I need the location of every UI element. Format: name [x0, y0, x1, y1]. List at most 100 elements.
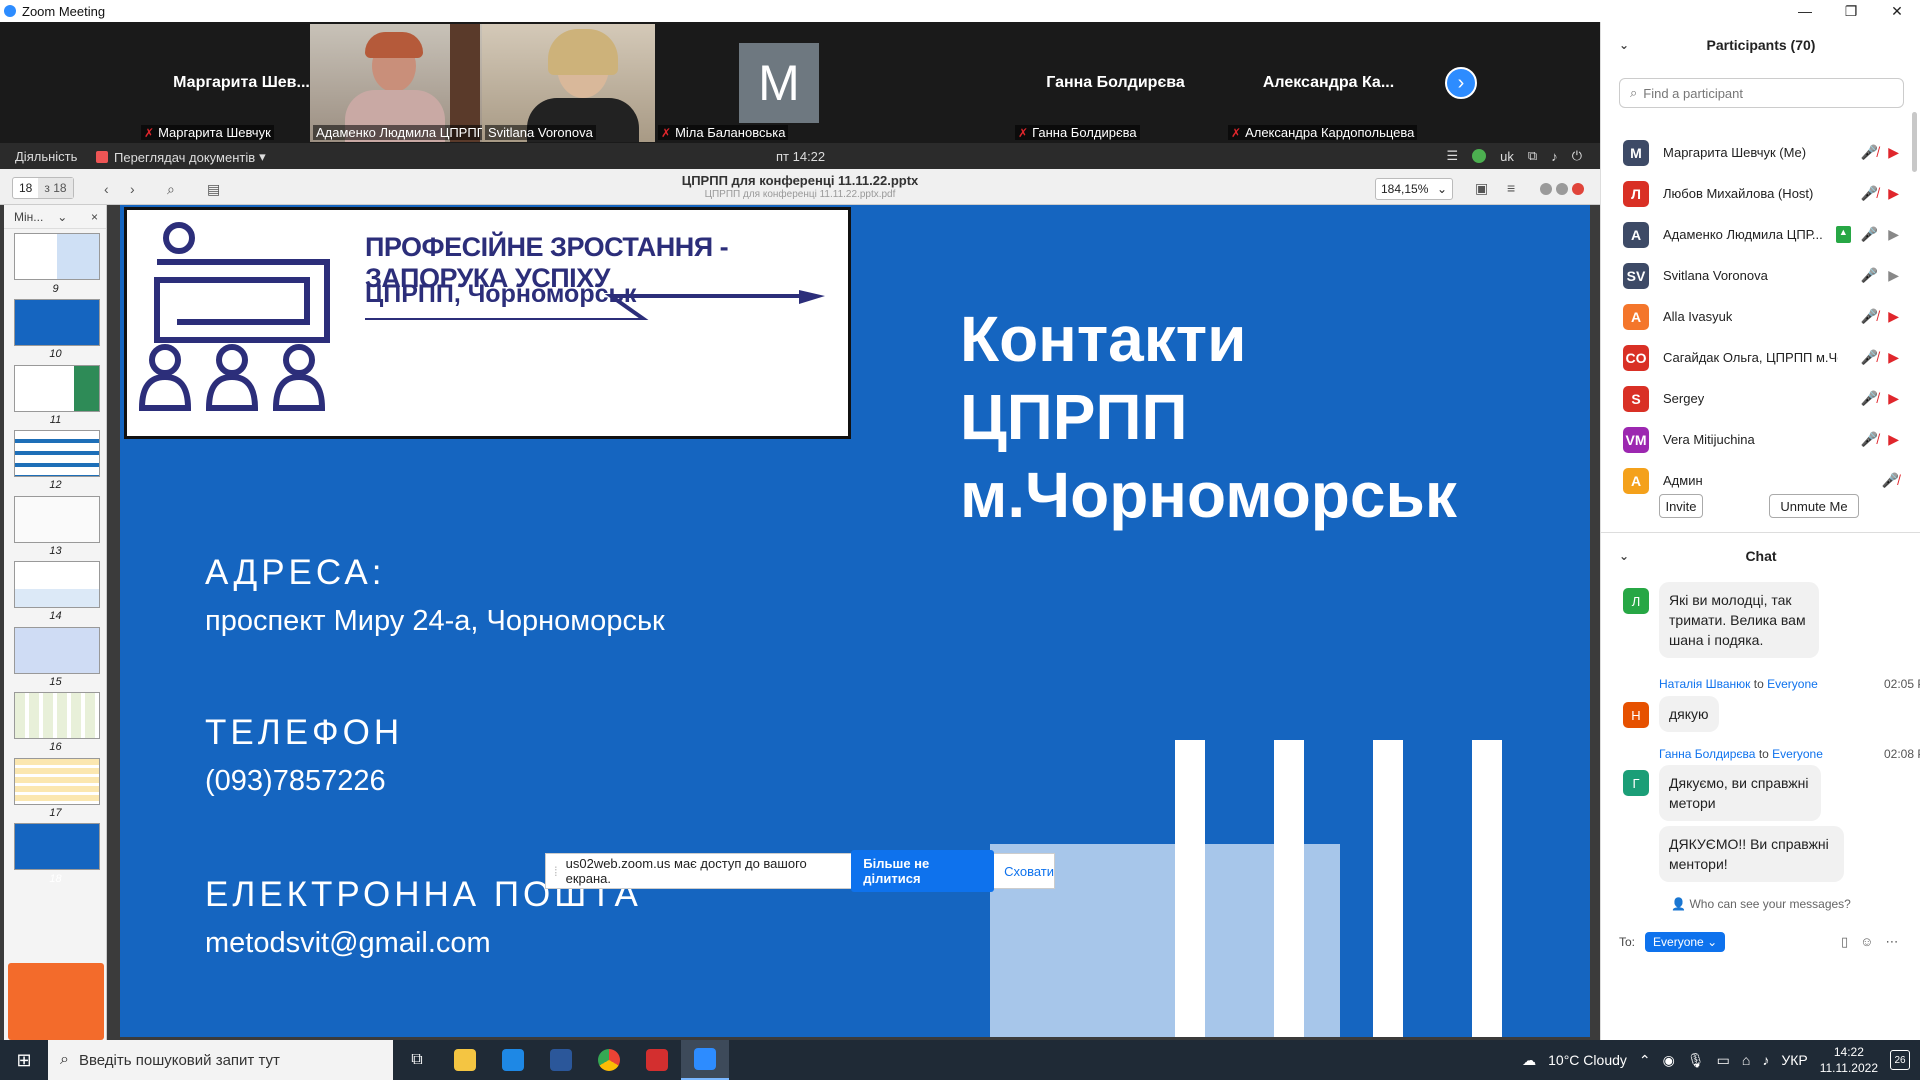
page-thumbnail[interactable]	[14, 758, 100, 805]
page-thumbnail[interactable]	[14, 561, 100, 608]
volume-icon[interactable]: ♪	[1551, 149, 1558, 164]
mic-muted-icon[interactable]: 🎤̸	[1861, 390, 1878, 407]
update-icon[interactable]	[1472, 149, 1487, 163]
clock[interactable]: 14:22 11.11.2022	[1820, 1044, 1878, 1076]
clock[interactable]: пт 14:22	[776, 149, 825, 164]
language-indicator[interactable]: uk	[1500, 149, 1514, 164]
page-thumbnail[interactable]	[14, 430, 100, 477]
mic-muted-icon[interactable]: 🎤̸	[1861, 349, 1878, 366]
chevron-down-icon[interactable]: ⌄	[57, 210, 67, 224]
participant-row[interactable]: Л Любов Михайлова (Host) 🎤̸ ▶	[1601, 173, 1920, 214]
participant-row[interactable]: A Alla Ivasyuk 🎤̸ ▶	[1601, 296, 1920, 337]
thumbnail-mode-select[interactable]: Мін...	[14, 210, 43, 224]
app-menu[interactable]: Переглядач документів ▾	[96, 149, 266, 165]
volume-icon[interactable]: ♪	[1762, 1052, 1769, 1068]
video-tile[interactable]: Александра Ка... ✗ Александра Кардопольце…	[1225, 24, 1432, 142]
participant-row[interactable]: A Адаменко Людмила ЦПР... ▲ 🎤 ▶	[1601, 214, 1920, 255]
mic-muted-icon[interactable]: 🎤̸	[1861, 308, 1878, 325]
task-view-icon[interactable]: ⧉	[393, 1040, 441, 1080]
drag-handle-icon[interactable]: ⁞	[554, 864, 558, 879]
collapse-chevron-icon[interactable]: ⌄	[1619, 38, 1629, 52]
participant-row[interactable]: A Админ 🎤̸	[1601, 460, 1920, 501]
minimize-button[interactable]: —	[1782, 0, 1828, 22]
camera-icon[interactable]: ◉	[1663, 1052, 1675, 1069]
chrome-icon[interactable]	[585, 1040, 633, 1080]
stop-sharing-button[interactable]: Більше не ділитися	[851, 850, 995, 892]
word-icon[interactable]	[537, 1040, 585, 1080]
display-icon[interactable]: ▭	[1717, 1052, 1730, 1069]
close-button[interactable]: ✕	[1874, 0, 1920, 22]
page-thumbnail-selected[interactable]	[14, 823, 100, 870]
participant-row[interactable]: CO Сагайдак Ольга, ЦПРПП м.Чо... 🎤̸ ▶	[1601, 337, 1920, 378]
taskbar-search[interactable]: ⌕ Введіть пошуковий запит тут	[48, 1040, 393, 1080]
mic-icon[interactable]: 🎤	[1861, 267, 1878, 284]
close-dot-icon[interactable]	[1572, 183, 1584, 195]
page-thumbnail[interactable]	[14, 365, 100, 412]
mail-icon[interactable]	[489, 1040, 537, 1080]
restore-button[interactable]: ❐	[1828, 0, 1874, 22]
previous-page-icon[interactable]: ‹	[104, 181, 109, 197]
sidebar-toggle-icon[interactable]: ▤	[207, 181, 220, 198]
close-sidebar-icon[interactable]: ×	[91, 210, 98, 224]
hamburger-menu-icon[interactable]: ≡	[1507, 180, 1515, 196]
activities-menu[interactable]: Діяльність	[15, 149, 77, 164]
video-off-icon[interactable]: ▶	[1888, 144, 1899, 161]
file-explorer-icon[interactable]	[441, 1040, 489, 1080]
file-icon[interactable]: ▯	[1841, 934, 1848, 950]
power-icon[interactable]: ⏻	[1572, 148, 1582, 164]
participant-row[interactable]: SV Svitlana Voronova 🎤 ▶	[1601, 255, 1920, 296]
video-tile[interactable]: Ганна Болдирєва ✗ Ганна Болдирєва	[1012, 24, 1219, 142]
collapse-chevron-icon[interactable]: ⌄	[1619, 549, 1629, 563]
page-thumbnail[interactable]	[14, 299, 100, 346]
participant-search-input[interactable]: ⌕ Find a participant	[1619, 78, 1904, 108]
mic-muted-icon[interactable]: 🎤̸	[1882, 472, 1899, 489]
chat-sender[interactable]: Наталія Шванюк	[1659, 677, 1750, 691]
page-thumbnail[interactable]	[14, 627, 100, 674]
video-icon[interactable]: ▶	[1888, 226, 1899, 243]
menu-icon[interactable]: ☰	[1447, 148, 1459, 164]
next-page-arrow-icon[interactable]: ›	[1445, 67, 1477, 99]
network-icon[interactable]: ⧉	[1528, 148, 1537, 164]
video-icon[interactable]: ▶	[1888, 267, 1899, 284]
weather-text[interactable]: 10°C Cloudy	[1548, 1052, 1627, 1068]
video-off-icon[interactable]: ▶	[1888, 185, 1899, 202]
more-icon[interactable]: ⋯	[1885, 934, 1898, 950]
video-off-icon[interactable]: ▶	[1888, 349, 1899, 366]
next-page-icon[interactable]: ›	[130, 181, 135, 197]
network-icon[interactable]: ⌂	[1742, 1052, 1750, 1068]
chevron-up-icon[interactable]: ⌃	[1639, 1052, 1651, 1069]
page-number-input[interactable]: 18	[13, 178, 38, 198]
notifications-icon[interactable]: 26	[1890, 1050, 1910, 1070]
video-tile[interactable]: M ✗ Міла Балановська	[655, 24, 862, 142]
page-thumbnail[interactable]	[14, 496, 100, 543]
mic-muted-icon[interactable]: 🎤̸	[1861, 431, 1878, 448]
annotations-icon[interactable]: ▣	[1475, 180, 1488, 197]
hide-banner-button[interactable]: Сховати	[1004, 864, 1054, 879]
emoji-icon[interactable]: ☺	[1860, 934, 1873, 950]
chat-sender[interactable]: Ганна Болдирєва	[1659, 747, 1755, 761]
invite-button[interactable]: Invite	[1659, 494, 1703, 518]
video-off-icon[interactable]: ▶	[1888, 431, 1899, 448]
page-thumbnail[interactable]	[14, 692, 100, 739]
chat-recipient[interactable]: Everyone	[1772, 747, 1823, 761]
minimize-dot-icon[interactable]	[1540, 183, 1552, 195]
video-off-icon[interactable]: ▶	[1888, 308, 1899, 325]
participant-row[interactable]: S Sergey 🎤̸ ▶	[1601, 378, 1920, 419]
search-icon[interactable]: ⌕	[167, 181, 175, 198]
page-selector[interactable]: 18 з 18	[12, 177, 74, 199]
mic-muted-icon[interactable]: 🎤̸	[1861, 144, 1878, 161]
recipient-select[interactable]: Everyone ⌄	[1645, 932, 1726, 952]
chat-recipient[interactable]: Everyone	[1767, 677, 1818, 691]
windows-start-icon[interactable]: ⊞	[0, 1040, 48, 1080]
page-thumbnail[interactable]	[14, 233, 100, 280]
language-indicator[interactable]: УКР	[1781, 1052, 1807, 1068]
participant-row[interactable]: VM Vera Mitijuchina 🎤̸ ▶	[1601, 419, 1920, 460]
zoom-select[interactable]: 184,15% ⌄	[1375, 178, 1453, 200]
recorder-icon[interactable]	[633, 1040, 681, 1080]
who-can-see-link[interactable]: 👤 Who can see your messages?	[1601, 897, 1920, 911]
mic-muted-icon[interactable]: 🎤̸	[1861, 185, 1878, 202]
zoom-app-icon[interactable]	[681, 1040, 729, 1080]
video-off-icon[interactable]: ▶	[1888, 390, 1899, 407]
microphone-icon[interactable]: 🎙	[1687, 1052, 1705, 1069]
maximize-dot-icon[interactable]	[1556, 183, 1568, 195]
